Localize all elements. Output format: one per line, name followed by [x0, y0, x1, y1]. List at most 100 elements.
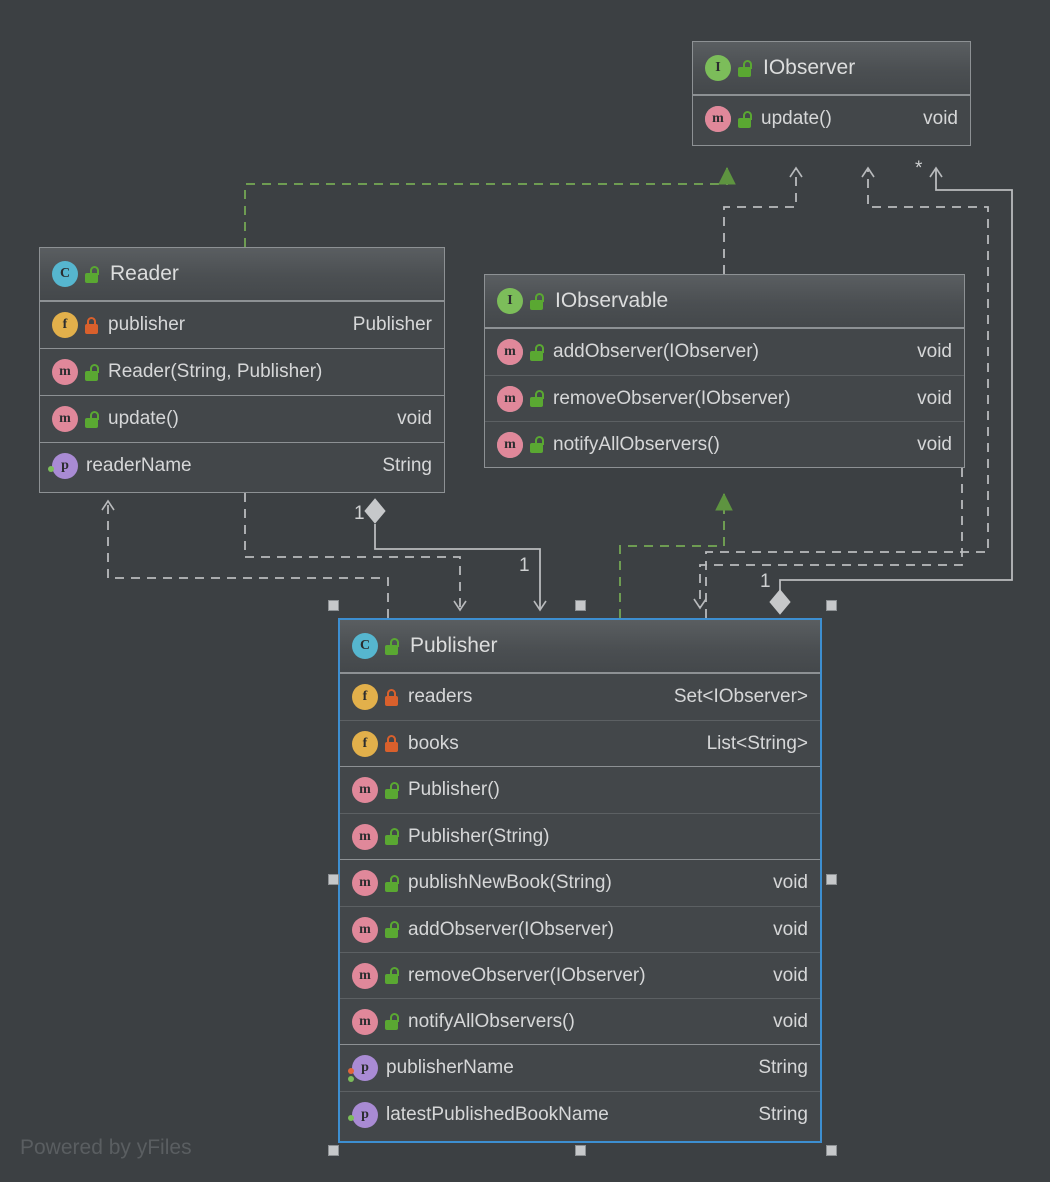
edge-reader-realizes-iobserver[interactable] [244, 166, 736, 247]
node-section-constructors: m Publisher() m Publisher(String) [340, 766, 820, 859]
method-icon: m [52, 406, 78, 432]
lock-open-icon [385, 874, 400, 892]
member-row[interactable]: m removeObserver(IObserver) void [340, 952, 820, 998]
interface-icon: I [497, 288, 523, 314]
member-name: addObserver(IObserver) [553, 341, 759, 362]
lock-open-icon [530, 390, 545, 407]
node-section-fields: f readers Set<IObserver> f books List<St… [340, 673, 820, 766]
lock-open-icon [530, 343, 545, 361]
lock-open-icon [530, 436, 545, 453]
lock-open-icon [85, 363, 100, 381]
node-section-properties: p publisherName String p latestPublished… [340, 1044, 820, 1137]
node-title-iobserver: IObserver [763, 56, 856, 79]
member-type: String [758, 1103, 808, 1125]
aggregation-diamond-reader [364, 498, 386, 524]
edge-reader-depends-publisher[interactable] [244, 493, 467, 612]
uml-node-iobserver[interactable]: I IObserver m update() void [692, 41, 971, 146]
lock-open-icon [738, 110, 753, 128]
abstract-method-icon: m [497, 430, 523, 460]
edge-label-reader-aggregation-source: 1 [354, 503, 365, 524]
property-icon: p [348, 1101, 378, 1128]
member-type: List<String> [706, 732, 808, 754]
node-header-iobservable: I IObservable [485, 275, 964, 328]
lock-closed-icon [385, 735, 400, 752]
method-icon: m [352, 823, 378, 850]
selection-handle-middle-right[interactable] [826, 874, 837, 885]
member-row[interactable]: m notifyAllObservers() void [485, 421, 964, 467]
edge-label-publisher-observer-multiplicity: * [915, 158, 923, 179]
member-row[interactable]: m publishNewBook(String) void [340, 860, 820, 906]
diagram-canvas[interactable]: 1 1 1 * I IObserver m update() void C Re… [0, 0, 1050, 1182]
member-row[interactable]: m addObserver(IObserver) void [485, 329, 964, 375]
member-name: latestPublishedBookName [386, 1103, 609, 1125]
member-row[interactable]: m notifyAllObservers() void [340, 998, 820, 1044]
member-row[interactable]: m addObserver(IObserver) void [340, 906, 820, 952]
edge-iobservable-depends-publisher[interactable] [693, 468, 963, 610]
member-row[interactable]: p latestPublishedBookName String [340, 1091, 820, 1137]
member-row[interactable]: f publisher Publisher [40, 302, 444, 348]
member-name: notifyAllObservers() [553, 433, 720, 455]
selection-handle-bottom-center[interactable] [575, 1145, 586, 1156]
abstract-method-icon: m [705, 104, 731, 134]
member-type: void [773, 1010, 808, 1032]
selection-handle-bottom-right[interactable] [826, 1145, 837, 1156]
method-icon: m [352, 777, 378, 803]
method-icon: m [352, 962, 378, 989]
selection-handle-top-right[interactable] [826, 600, 837, 611]
method-icon: m [52, 359, 78, 385]
lock-open-icon [385, 1013, 400, 1030]
lock-open-icon [85, 410, 100, 428]
uml-node-iobservable[interactable]: I IObservable m addObserver(IObserver) v… [484, 274, 965, 468]
selection-handle-top-center[interactable] [575, 600, 586, 611]
edge-publisher-depends-iobserver-a[interactable] [723, 166, 803, 274]
edge-reader-aggregates-publisher[interactable] [364, 498, 547, 612]
member-row[interactable]: m update() void [693, 96, 970, 142]
member-type: void [397, 408, 432, 429]
node-header-reader: C Reader [40, 248, 444, 301]
node-section-methods: m update() void [40, 395, 444, 442]
lock-open-icon [385, 828, 400, 845]
property-icon: p [48, 453, 78, 479]
edge-publisher-realizes-iobservable[interactable] [619, 492, 733, 618]
node-header-iobserver: I IObserver [693, 42, 970, 95]
member-row[interactable]: m Publisher(String) [340, 813, 820, 859]
member-row[interactable]: p readerName String [40, 443, 444, 489]
uml-node-reader[interactable]: C Reader f publisher Publisher m Reader(… [39, 247, 445, 493]
member-row[interactable]: p publisherName String [340, 1045, 820, 1091]
member-type: void [923, 108, 958, 129]
member-name: publisherName [386, 1057, 514, 1078]
member-row[interactable]: m update() void [40, 396, 444, 442]
member-row[interactable]: f books List<String> [340, 720, 820, 766]
node-section-properties: p readerName String [40, 442, 444, 489]
selection-handle-middle-left[interactable] [328, 874, 339, 885]
member-name: removeObserver(IObserver) [408, 964, 646, 986]
aggregation-diamond-publisher [769, 589, 791, 615]
member-type: String [758, 1057, 808, 1078]
member-row[interactable]: f readers Set<IObserver> [340, 674, 820, 720]
lock-open-icon [385, 967, 400, 984]
member-name: publisher [108, 314, 186, 335]
lock-open-icon [385, 637, 400, 655]
interface-icon: I [705, 55, 731, 81]
member-row[interactable]: m Reader(String, Publisher) [40, 349, 444, 395]
member-row[interactable]: m Publisher() [340, 767, 820, 813]
member-name: Publisher() [408, 779, 500, 800]
field-icon: f [352, 684, 378, 710]
member-type: void [917, 387, 952, 409]
member-type: Set<IObserver> [673, 686, 808, 707]
edge-label-reader-aggregation-target: 1 [519, 555, 530, 576]
node-section-methods: m publishNewBook(String) void m addObser… [340, 859, 820, 1044]
selection-handle-bottom-left[interactable] [328, 1145, 339, 1156]
selection-handle-top-left[interactable] [328, 600, 339, 611]
edge-label-publisher-aggregation-source: 1 [760, 571, 771, 592]
lock-open-icon [530, 292, 545, 310]
uml-node-publisher[interactable]: C Publisher f readers Set<IObserver> f b… [338, 618, 822, 1143]
lock-open-icon [385, 781, 400, 799]
member-type: String [382, 455, 432, 476]
edge-publisher-depends-reader[interactable] [101, 499, 389, 618]
member-row[interactable]: m removeObserver(IObserver) void [485, 375, 964, 421]
node-section-methods: m update() void [693, 95, 970, 142]
member-name: update() [108, 408, 179, 429]
node-section-constructors: m Reader(String, Publisher) [40, 348, 444, 395]
field-icon: f [352, 730, 378, 757]
